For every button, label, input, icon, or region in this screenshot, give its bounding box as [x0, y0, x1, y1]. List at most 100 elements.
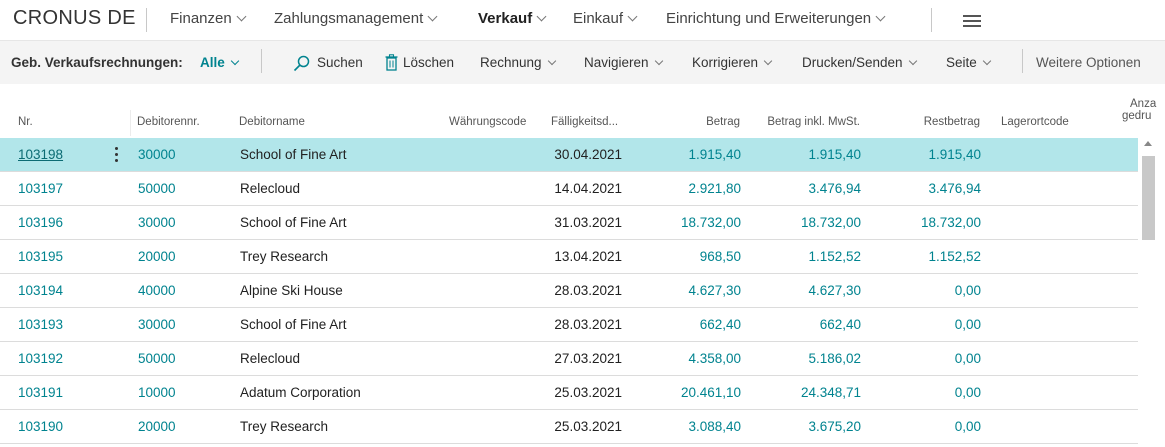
column-header-customer-name[interactable]: Debitorname — [239, 116, 305, 128]
invoice-number-link[interactable]: 103195 — [18, 249, 63, 264]
amount[interactable]: 4.358,00 — [640, 351, 741, 366]
invoice-number-link[interactable]: 103193 — [18, 317, 63, 332]
customer-number-link[interactable]: 30000 — [138, 215, 176, 230]
column-header-due-date[interactable]: Fälligkeitsd... — [551, 116, 618, 128]
view-filter-label: Alle — [200, 55, 225, 70]
customer-number-link[interactable]: 50000 — [138, 351, 176, 366]
chevron-down-icon — [908, 56, 917, 66]
amount[interactable]: 662,40 — [640, 317, 741, 332]
nav-verkauf[interactable]: Verkauf — [478, 10, 547, 27]
customer-number-link[interactable]: 50000 — [138, 181, 176, 196]
navigate-menu-label: Navigieren — [584, 55, 649, 70]
more-options-button[interactable]: Weitere Optionen — [1036, 55, 1141, 70]
remaining-amount[interactable]: 0,00 — [880, 419, 981, 434]
nav-einrichtung[interactable]: Einrichtung und Erweiterungen — [666, 10, 886, 27]
amount[interactable]: 20.461,10 — [640, 385, 741, 400]
invoice-number-link[interactable]: 103198 — [18, 147, 63, 162]
table-row[interactable]: 103196 30000 School of Fine Art 31.03.20… — [0, 206, 1138, 240]
chevron-down-icon — [627, 11, 638, 22]
table-row[interactable]: 103195 20000 Trey Research 13.04.2021 96… — [0, 240, 1138, 274]
amount[interactable]: 1.915,40 — [640, 147, 741, 162]
top-navigation: CRONUS DE Finanzen Zahlungsmanagement Ve… — [0, 0, 1165, 40]
amount-incl-vat[interactable]: 24.348,71 — [760, 385, 861, 400]
amount-incl-vat[interactable]: 1.915,40 — [760, 147, 861, 162]
column-header-customer-no[interactable]: Debitorennr. — [137, 116, 200, 128]
remaining-amount[interactable]: 18.732,00 — [880, 215, 981, 230]
column-header-printed-line2: gedru — [1122, 110, 1152, 122]
remaining-amount[interactable]: 0,00 — [880, 385, 981, 400]
customer-name: Alpine Ski House — [240, 283, 343, 298]
scroll-up-arrow-icon[interactable] — [1144, 141, 1152, 146]
customer-number-link[interactable]: 20000 — [138, 419, 176, 434]
customer-number-link[interactable]: 10000 — [138, 385, 176, 400]
table-row[interactable]: 103193 30000 School of Fine Art 28.03.20… — [0, 308, 1138, 342]
column-header-printed[interactable]: Anza gedru — [1122, 98, 1156, 122]
invoice-number-link[interactable]: 103194 — [18, 283, 63, 298]
view-filter-dropdown[interactable]: Alle — [200, 55, 240, 70]
delete-button-label: Löschen — [403, 55, 455, 70]
amount[interactable]: 2.921,80 — [640, 181, 741, 196]
search-icon — [293, 55, 310, 72]
remaining-amount[interactable]: 1.915,40 — [880, 147, 981, 162]
scrollbar-thumb[interactable] — [1142, 156, 1155, 240]
customer-number-link[interactable]: 30000 — [138, 147, 176, 162]
column-header-location[interactable]: Lagerortcode — [1001, 116, 1069, 128]
invoice-number-link[interactable]: 103192 — [18, 351, 63, 366]
amount[interactable]: 3.088,40 — [640, 419, 741, 434]
table-row[interactable]: 103198 30000 School of Fine Art 30.04.20… — [0, 138, 1138, 172]
column-header-currency[interactable]: Währungscode — [449, 116, 526, 128]
due-date: 28.03.2021 — [554, 283, 622, 298]
chevron-down-icon — [982, 56, 992, 66]
invoice-menu[interactable]: Rechnung — [480, 55, 556, 70]
correct-menu[interactable]: Korrigieren — [692, 55, 773, 70]
trash-icon — [385, 54, 398, 71]
table-row[interactable]: 103194 40000 Alpine Ski House 28.03.2021… — [0, 274, 1138, 308]
navigate-menu[interactable]: Navigieren — [584, 55, 663, 70]
remaining-amount[interactable]: 0,00 — [880, 351, 981, 366]
nav-zahlungsmanagement[interactable]: Zahlungsmanagement — [274, 10, 438, 27]
amount-incl-vat[interactable]: 662,40 — [760, 317, 861, 332]
customer-name: Trey Research — [240, 249, 329, 264]
amount[interactable]: 18.732,00 — [640, 215, 741, 230]
amount-incl-vat[interactable]: 4.627,30 — [760, 283, 861, 298]
table-row[interactable]: 103192 50000 Relecloud 27.03.2021 4.358,… — [0, 342, 1138, 376]
column-header-amount-vat[interactable]: Betrag inkl. MwSt. — [740, 116, 860, 128]
amount-incl-vat[interactable]: 3.476,94 — [760, 181, 861, 196]
company-name[interactable]: CRONUS DE — [13, 7, 136, 30]
search-button[interactable]: Suchen — [293, 55, 363, 72]
column-header-nr[interactable]: Nr. — [18, 116, 33, 128]
invoice-number-link[interactable]: 103191 — [18, 385, 63, 400]
row-actions-icon[interactable] — [111, 147, 121, 163]
amount-incl-vat[interactable]: 3.675,20 — [760, 419, 861, 434]
table-row[interactable]: 103197 50000 Relecloud 14.04.2021 2.921,… — [0, 172, 1138, 206]
amount-incl-vat[interactable]: 5.186,02 — [760, 351, 861, 366]
column-header-amount[interactable]: Betrag — [640, 116, 740, 128]
remaining-amount[interactable]: 3.476,94 — [880, 181, 981, 196]
invoice-number-link[interactable]: 103196 — [18, 215, 63, 230]
customer-number-link[interactable]: 40000 — [138, 283, 176, 298]
invoice-number-link[interactable]: 103197 — [18, 181, 63, 196]
nav-finanzen[interactable]: Finanzen — [170, 10, 247, 27]
remaining-amount[interactable]: 0,00 — [880, 283, 981, 298]
customer-name: School of Fine Art — [240, 147, 347, 162]
table-row[interactable]: 103190 20000 Trey Research 25.03.2021 3.… — [0, 410, 1138, 444]
nav-einkauf[interactable]: Einkauf — [573, 10, 638, 27]
amount[interactable]: 968,50 — [640, 249, 741, 264]
page-menu[interactable]: Seite — [946, 55, 992, 70]
print-send-menu[interactable]: Drucken/Senden — [802, 55, 917, 70]
remaining-amount[interactable]: 0,00 — [880, 317, 981, 332]
hamburger-menu-icon[interactable] — [963, 15, 981, 30]
column-header-remaining[interactable]: Restbetrag — [880, 116, 980, 128]
amount-incl-vat[interactable]: 18.732,00 — [760, 215, 861, 230]
amount[interactable]: 4.627,30 — [640, 283, 741, 298]
customer-number-link[interactable]: 30000 — [138, 317, 176, 332]
remaining-amount[interactable]: 1.152,52 — [880, 249, 981, 264]
chevron-down-icon — [763, 56, 773, 66]
table-row[interactable]: 103191 10000 Adatum Corporation 25.03.20… — [0, 376, 1138, 410]
delete-button[interactable]: Löschen — [385, 54, 455, 71]
nav-divider — [146, 8, 147, 32]
customer-number-link[interactable]: 20000 — [138, 249, 176, 264]
amount-incl-vat[interactable]: 1.152,52 — [760, 249, 861, 264]
nav-verkauf-label: Verkauf — [478, 10, 533, 27]
invoice-number-link[interactable]: 103190 — [18, 419, 63, 434]
